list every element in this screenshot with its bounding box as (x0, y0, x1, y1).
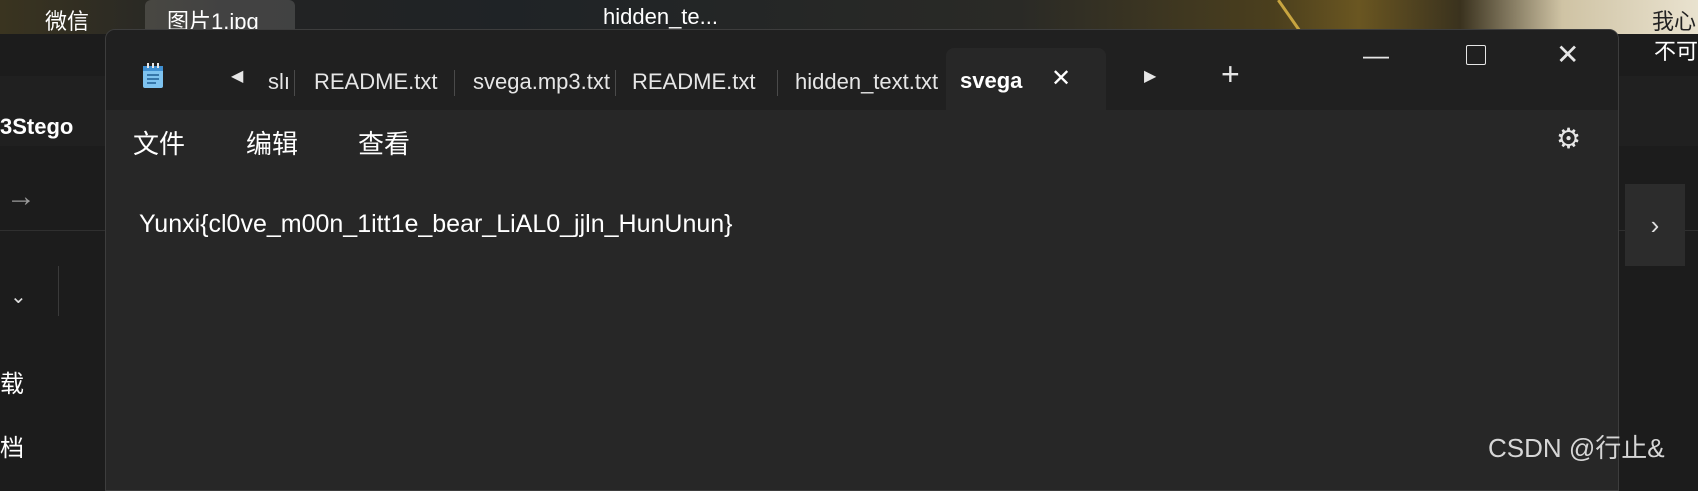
tab-divider (777, 70, 778, 96)
scroll-tabs-right-icon[interactable]: ▶ (1144, 66, 1156, 86)
tab[interactable]: README.txt (620, 60, 782, 104)
sidebar-item[interactable]: 档 (0, 428, 24, 463)
active-tab-label: svega (960, 68, 1023, 93)
title-bar[interactable]: ◀ slı README.txt svega.mp3.txt README.tx… (106, 30, 1618, 110)
menu-edit[interactable]: 编辑 (246, 124, 298, 161)
close-tab-icon[interactable]: ✕ (1051, 64, 1071, 93)
tab-divider (454, 70, 455, 96)
taskbar-hidden-text[interactable]: hidden_te... (603, 4, 718, 30)
add-tab-icon[interactable]: + (1221, 56, 1240, 93)
editor-content[interactable]: Yunxi{cl0ve_m00n_1itt1e_bear_LiAL0_jjln_… (139, 210, 733, 239)
notepad-window: ◀ slı README.txt svega.mp3.txt README.tx… (105, 29, 1619, 491)
sidebar-item[interactable]: 载 (0, 364, 24, 399)
forward-arrow-icon[interactable]: → (6, 180, 36, 214)
explorer-title: 3Stego (0, 114, 74, 139)
tab[interactable]: hidden_text.txt (783, 60, 947, 104)
tab[interactable]: README.txt (302, 60, 464, 104)
menu-bar: 文件 编辑 查看 ⚙ (106, 110, 1618, 168)
taskbar-right-text: 我心 (1651, 9, 1696, 34)
chevron-down-icon[interactable]: ⌄ (10, 284, 27, 309)
menu-view[interactable]: 查看 (358, 124, 410, 161)
maximize-button[interactable] (1466, 45, 1486, 65)
watermark: CSDN @行止& (1488, 433, 1665, 463)
divider (58, 266, 59, 316)
notepad-app-icon (143, 63, 163, 88)
chevron-right-icon[interactable]: › (1625, 184, 1685, 266)
menu-file[interactable]: 文件 (133, 124, 185, 161)
tab-divider (294, 70, 295, 96)
tab[interactable]: slı (256, 60, 306, 104)
close-window-button[interactable]: ✕ (1556, 38, 1579, 71)
tab[interactable]: svega.mp3.txt (461, 60, 623, 104)
scroll-tabs-left-icon[interactable]: ◀ (231, 66, 243, 86)
gear-icon[interactable]: ⚙ (1556, 122, 1581, 155)
minimize-button[interactable]: — (1363, 40, 1389, 71)
taskbar-right-text-2: 不可 (1653, 39, 1698, 64)
text-editor[interactable]: Yunxi{cl0ve_m00n_1itt1e_bear_LiAL0_jjln_… (106, 168, 1618, 490)
tab-active[interactable]: svega ✕ (946, 48, 1106, 110)
tab-divider (615, 70, 616, 96)
taskbar-wechat[interactable]: 微信 (45, 4, 89, 36)
